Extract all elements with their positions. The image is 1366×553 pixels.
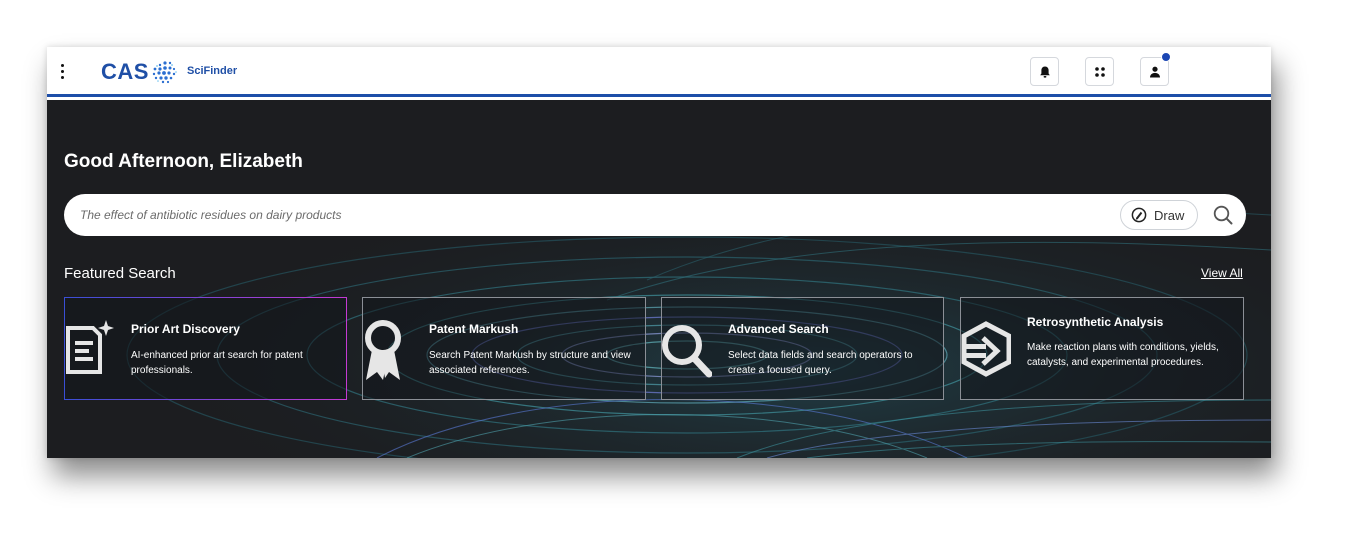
card-patent-markush[interactable]: Patent Markush Search Patent Markush by … xyxy=(362,297,646,400)
retrosynthesis-arrow-icon xyxy=(961,321,1011,377)
card-title: Prior Art Discovery xyxy=(131,322,240,336)
bell-icon xyxy=(1039,66,1050,78)
scifinder-logo-text: SciFinder xyxy=(187,65,238,77)
featured-search-heading: Featured Search xyxy=(64,265,176,282)
card-title: Advanced Search xyxy=(728,322,829,336)
hero-section: Good Afternoon, Elizabeth Draw Featured … xyxy=(47,100,1271,458)
draw-structure-icon xyxy=(1131,207,1147,223)
cas-logo-icon xyxy=(152,61,177,84)
card-prior-art-discovery[interactable]: Prior Art Discovery AI-enhanced prior ar… xyxy=(64,297,347,400)
card-title: Retrosynthetic Analysis xyxy=(1027,315,1164,329)
search-input[interactable] xyxy=(80,205,1100,225)
greeting-heading: Good Afternoon, Elizabeth xyxy=(64,151,303,172)
search-icon[interactable] xyxy=(1211,203,1235,227)
card-description: AI-enhanced prior art search for patent … xyxy=(131,350,303,376)
kebab-menu-icon[interactable] xyxy=(57,64,67,82)
cas-logo-text[interactable]: CAS xyxy=(101,59,149,85)
apps-grid-icon xyxy=(1094,66,1105,77)
document-sparkle-icon xyxy=(66,320,114,374)
notification-badge xyxy=(1161,52,1171,62)
view-all-link[interactable]: View All xyxy=(1201,266,1243,280)
magnifier-icon xyxy=(662,325,712,378)
notifications-button[interactable] xyxy=(1030,57,1059,86)
card-description: Make reaction plans with conditions, yie… xyxy=(1027,342,1219,368)
top-navigation-bar: CAS SciFinder xyxy=(47,47,1271,97)
card-description: Select data fields and search operators … xyxy=(728,350,913,376)
card-advanced-search[interactable]: Advanced Search Select data fields and s… xyxy=(661,297,944,400)
card-title: Patent Markush xyxy=(429,322,519,336)
award-ribbon-icon xyxy=(365,320,401,380)
draw-button[interactable]: Draw xyxy=(1120,200,1198,230)
app-window: CAS SciFinder Good Afternoon, Elizabeth … xyxy=(47,47,1271,458)
user-icon xyxy=(1149,66,1160,77)
card-retrosynthetic-analysis[interactable]: Retrosynthetic Analysis Make reaction pl… xyxy=(960,297,1244,400)
search-bar: Draw xyxy=(64,194,1246,236)
apps-button[interactable] xyxy=(1085,57,1114,86)
draw-button-label: Draw xyxy=(1154,207,1185,223)
card-description: Search Patent Markush by structure and v… xyxy=(429,350,631,376)
